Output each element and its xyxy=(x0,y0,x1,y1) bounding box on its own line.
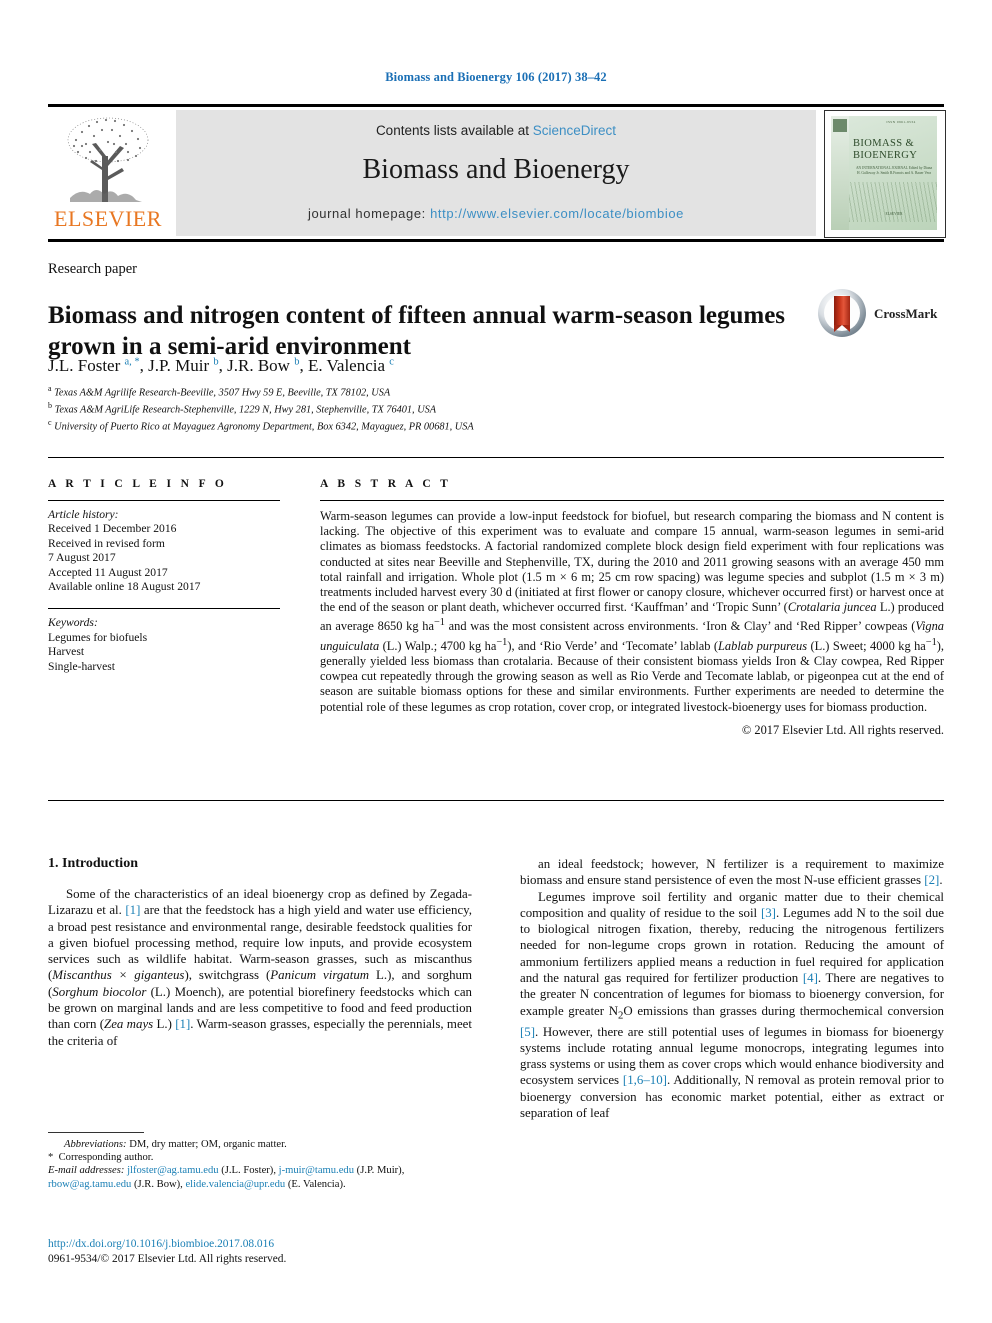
author-list: J.L. Foster a, *, J.P. Muir b, J.R. Bow … xyxy=(48,356,394,375)
corresponding-author-note: * Corresponding author. xyxy=(48,1152,154,1164)
abstract-copyright: © 2017 Elsevier Ltd. All rights reserved… xyxy=(741,722,944,737)
doi-block: http://dx.doi.org/10.1016/j.biombioe.201… xyxy=(48,1237,548,1267)
running-head: Biomass and Bioenergy 106 (2017) 38–42 xyxy=(385,70,607,84)
contents-prefix: Contents lists available at xyxy=(375,123,533,138)
affiliation-text: University of Puerto Rico at Mayaguez Ag… xyxy=(54,421,474,433)
affiliation-list: a Texas A&M Agrilife Research-Beeville, … xyxy=(48,383,848,434)
abbreviations-note: Abbreviations: DM, dry matter; OM, organ… xyxy=(64,1139,287,1150)
journal-header-grey-panel: Contents lists available at ScienceDirec… xyxy=(176,110,816,236)
crossmark-badge[interactable]: CrossMark xyxy=(818,289,944,341)
article-info-rule xyxy=(48,500,280,501)
history-item: 7 August 2017 xyxy=(48,551,116,565)
article-info-heading: A R T I C L E I N F O xyxy=(48,478,228,490)
crossmark-label: CrossMark xyxy=(874,306,938,321)
homepage-url-link[interactable]: http://www.elsevier.com/locate/biombioe xyxy=(430,206,684,221)
history-item: Accepted 11 August 2017 xyxy=(48,565,168,579)
affiliation-text: Texas A&M Agrilife Research-Beeville, 35… xyxy=(54,387,391,399)
keyword-item: Harvest xyxy=(48,645,85,659)
elsevier-tree-icon xyxy=(67,117,149,202)
paragraph: Some of the characteristics of an ideal … xyxy=(48,887,472,1048)
keywords-block: Keywords: Legumes for biofuels Harvest S… xyxy=(48,616,280,674)
sciencedirect-link[interactable]: ScienceDirect xyxy=(533,123,616,138)
affiliation-mark: a xyxy=(48,384,52,393)
cover-title-line2: BIOENERGY xyxy=(853,150,918,161)
article-type-label: Research paper xyxy=(48,261,137,277)
issn-copyright-line: 0961-9534/© 2017 Elsevier Ltd. All right… xyxy=(48,1253,287,1265)
cover-left-strip xyxy=(831,116,849,230)
keyword-item: Legumes for biofuels xyxy=(48,630,148,644)
history-item: Received in revised form xyxy=(48,536,165,550)
footnote-block: Abbreviations: DM, dry matter; OM, organ… xyxy=(48,1138,472,1191)
elsevier-logo: ELSEVIER xyxy=(48,110,168,236)
elsevier-wordmark: ELSEVIER xyxy=(54,206,162,231)
corresponding-author-text: Corresponding author. xyxy=(58,1152,154,1164)
cover-art: ISSN 0961-9534 BIOMASS & BIOENERGY AN IN… xyxy=(831,116,937,230)
keywords-label: Keywords: xyxy=(48,616,98,630)
affiliation-item: c University of Puerto Rico at Mayaguez … xyxy=(48,417,848,434)
paper-page: Biomass and Bioenergy 106 (2017) 38–42 E… xyxy=(0,0,992,1323)
affiliation-item: b Texas A&M AgriLife Research-Stephenvil… xyxy=(48,400,848,417)
abstract-text: Warm-season legumes can provide a low-in… xyxy=(320,509,945,714)
journal-homepage-line: journal homepage: http://www.elsevier.co… xyxy=(176,206,816,221)
abstract-heading: A B S T R A C T xyxy=(320,478,452,490)
email-addresses-note: E-mail addresses: jlfoster@ag.tamu.edu (… xyxy=(48,1165,405,1190)
journal-title: Biomass and Bioenergy xyxy=(362,154,630,185)
keyword-item: Single-harvest xyxy=(48,659,115,673)
homepage-label: journal homepage: xyxy=(307,206,431,221)
section-title-introduction: 1. Introduction xyxy=(48,856,138,871)
abstract-rule xyxy=(320,500,944,501)
cover-title: BIOMASS & BIOENERGY xyxy=(853,138,935,162)
cover-title-line1: BIOMASS & xyxy=(853,138,915,149)
cover-issn: ISSN 0961-9534 xyxy=(886,120,916,124)
cover-elsevier-mark-icon xyxy=(833,119,847,132)
body-column-right: an ideal feedstock; however, N fertilize… xyxy=(520,856,944,1121)
info-block-bottom-rule xyxy=(48,800,944,801)
crossmark-icon xyxy=(818,289,866,337)
article-history: Article history: Received 1 December 201… xyxy=(48,508,280,594)
paragraph: an ideal feedstock; however, N fertilize… xyxy=(520,857,944,888)
affiliation-mark: b xyxy=(48,401,52,411)
paragraph: Legumes improve soil fertility and organ… xyxy=(520,889,944,1121)
info-block-top-rule xyxy=(48,457,944,458)
article-history-label: Article history: xyxy=(48,508,119,521)
journal-header-band: ELSEVIER Contents lists available at Sci… xyxy=(48,108,946,238)
keywords-rule xyxy=(48,608,280,610)
affiliation-item: a Texas A&M Agrilife Research-Beeville, … xyxy=(48,383,848,400)
footnote-separator-rule xyxy=(48,1132,144,1133)
header-top-rule xyxy=(48,104,944,107)
abstract-column: A B S T R A C T Warm-season legumes can … xyxy=(320,478,944,738)
cover-publisher: ELSEVIER xyxy=(885,212,903,216)
crossmark-ribbon xyxy=(834,296,850,332)
article-info-column: A R T I C L E I N F O Article history: R… xyxy=(48,478,280,674)
header-bottom-rule xyxy=(48,239,944,242)
cover-subtitle: AN INTERNATIONAL JOURNAL Edited by Diana… xyxy=(855,166,933,175)
body-column-left: 1. Introduction Some of the characterist… xyxy=(48,856,472,1049)
history-item: Received 1 December 2016 xyxy=(48,522,177,536)
affiliation-mark: c xyxy=(48,418,52,428)
history-item: Available online 18 August 2017 xyxy=(48,580,201,594)
journal-cover-thumbnail[interactable]: ISSN 0961-9534 BIOMASS & BIOENERGY AN IN… xyxy=(824,110,946,238)
page-title: Biomass and nitrogen content of fifteen … xyxy=(48,301,786,360)
affiliation-text: Texas A&M AgriLife Research-Stephenville… xyxy=(54,404,437,416)
doi-link[interactable]: http://dx.doi.org/10.1016/j.biombioe.201… xyxy=(48,1237,548,1252)
contents-list-line: Contents lists available at ScienceDirec… xyxy=(176,123,816,138)
